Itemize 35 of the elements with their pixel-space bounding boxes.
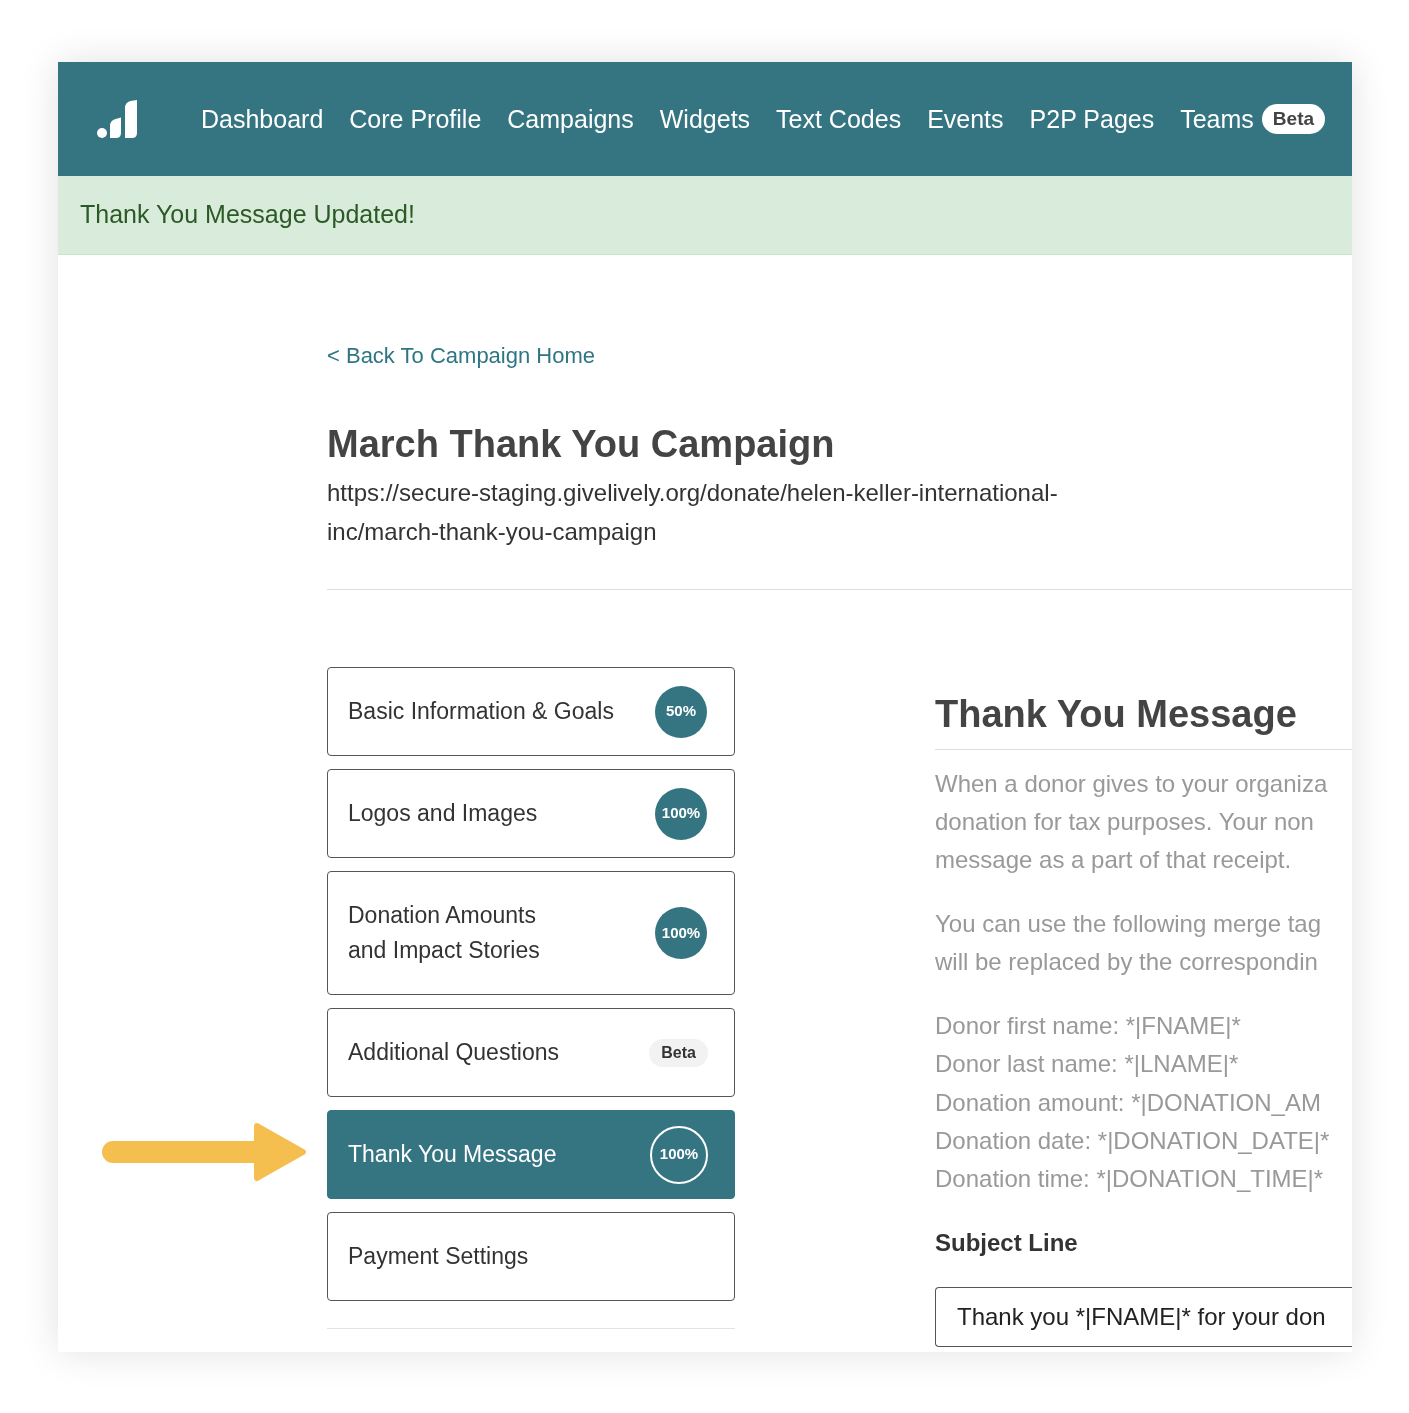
section-nav-item[interactable]: Basic Information & Goals 50% <box>327 667 735 756</box>
nav-link[interactable]: Text Codes <box>776 103 902 135</box>
merge-tag-line: Donor last name: *|LNAME|* <box>935 1049 1239 1080</box>
merge-tag-line: Donation date: *|DONATION_DATE|* <box>935 1125 1330 1156</box>
nav-link[interactable]: Events <box>927 103 1004 135</box>
nav-link[interactable]: Teams <box>1180 103 1254 135</box>
beta-tag: Beta <box>1261 104 1326 134</box>
section-nav-item[interactable]: Thank You Message 100% <box>327 1110 735 1199</box>
section-nav-item[interactable]: Donation Amounts and Impact Stories 100% <box>327 871 735 995</box>
progress-badge: 100% <box>655 787 707 840</box>
description-paragraph: You can use the following merge tag will be replaced by the correspondin <box>935 909 1323 977</box>
beta-tag: Beta <box>649 1038 708 1067</box>
progress-badge: 100% <box>655 907 707 959</box>
nav-link[interactable]: P2P Pages <box>1029 103 1155 135</box>
progress-badge: 50% <box>655 685 707 738</box>
section-nav-item[interactable]: Additional Questions Beta <box>327 1008 735 1097</box>
nav-link[interactable]: Core Profile <box>349 103 482 135</box>
progress-badge: 100% <box>650 1125 708 1184</box>
panel-title: Thank You Message <box>935 692 1297 737</box>
campaign-title: March Thank You Campaign <box>327 422 835 467</box>
logo-icon[interactable] <box>97 100 137 138</box>
section-nav-item[interactable]: Logos and Images 100% <box>327 769 735 858</box>
section-nav-item[interactable]: Payment Settings <box>327 1212 735 1301</box>
description-paragraph: When a donor gives to your organiza donation for tax purposes. Your non message as a part of that receipt. <box>935 769 1329 875</box>
subject-label: Subject Line <box>935 1228 1078 1259</box>
campaign-url: https://secure-staging.givelively.org/donate/helen-keller-international-inc/march-thank-you-campaign <box>327 478 1059 547</box>
nav-link[interactable]: Campaigns <box>507 103 634 135</box>
alert-message: Thank You Message Updated! <box>80 199 415 231</box>
nav-link[interactable]: Dashboard <box>201 103 324 135</box>
merge-tag-line: Donation amount: *|DONATION_AM <box>935 1087 1321 1118</box>
back-link[interactable]: < Back To Campaign Home <box>327 341 595 371</box>
nav-link[interactable]: Widgets <box>659 103 751 135</box>
subject-field[interactable]: Thank you *|FNAME|* for your don <box>935 1287 1352 1348</box>
merge-tag-line: Donor first name: *|FNAME|* <box>935 1011 1241 1041</box>
merge-tag-line: Donation time: *|DONATION_TIME|* <box>935 1164 1324 1195</box>
